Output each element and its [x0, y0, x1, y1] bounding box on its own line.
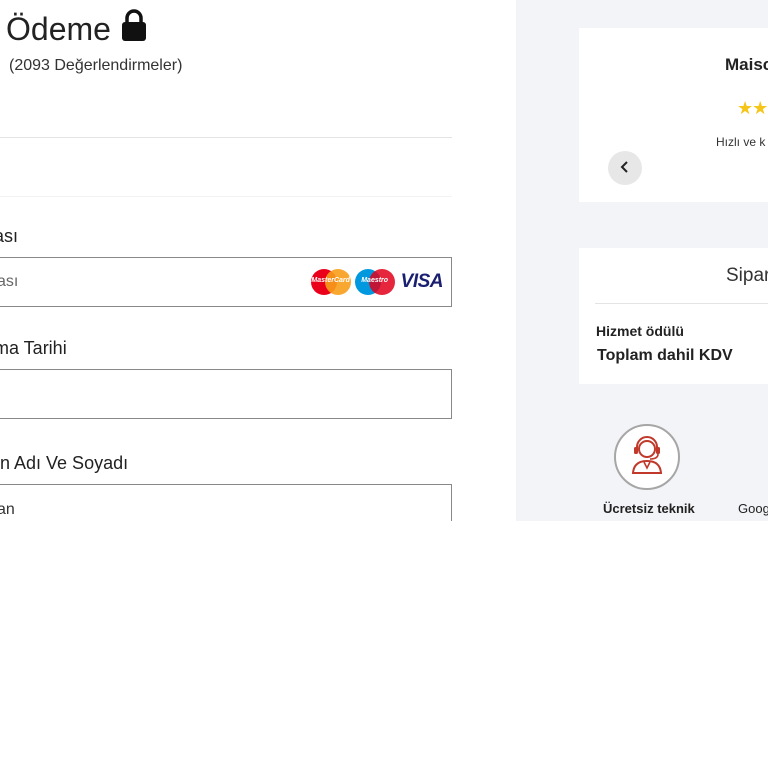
- order-divider: [595, 303, 768, 304]
- support-badge-label: Ücretsiz teknik: [603, 501, 695, 516]
- carousel-prev-button[interactable]: [608, 151, 642, 185]
- review-carousel: Maisc ★★ Hızlı ve k: [579, 28, 768, 202]
- review-name: Maisc: [725, 55, 768, 74]
- card-number-field[interactable]: ası MasterCard Maestro VISA: [0, 257, 452, 307]
- page-title: i Ödeme: [0, 8, 149, 50]
- page-background: [0, 521, 768, 768]
- section-divider: [0, 196, 452, 197]
- expiry-field[interactable]: [0, 369, 452, 419]
- expiry-label: ma Tarihi: [0, 338, 67, 358]
- star-rating: ★★: [737, 98, 768, 118]
- divider: [0, 137, 452, 138]
- support-badge-circle: [614, 424, 680, 490]
- rating-count: (2093 Değerlendirmeler): [9, 57, 183, 74]
- holder-name-value: an: [0, 501, 15, 518]
- review-snippet: Hızlı ve k: [716, 135, 766, 149]
- chevron-left-icon: [619, 158, 631, 179]
- lock-icon: [119, 8, 149, 50]
- mastercard-logo: MasterCard: [310, 269, 351, 295]
- google-badge-label: Goog: [738, 501, 768, 516]
- card-number-label: ası: [0, 226, 19, 246]
- card-logos: MasterCard Maestro VISA: [310, 269, 444, 295]
- visa-logo: VISA: [400, 271, 444, 292]
- maestro-logo: Maestro: [354, 269, 395, 295]
- holder-name-label: in Adı Ve Soyadı: [0, 453, 129, 473]
- order-summary-title: Sipar: [726, 265, 768, 286]
- total-label: Toplam dahil KDV: [597, 347, 733, 364]
- card-number-placeholder: ası: [0, 273, 19, 290]
- service-fee-label: Hizmet ödülü: [596, 323, 684, 339]
- headset-support-icon: [628, 435, 666, 480]
- order-summary: Sipar Hizmet ödülü Toplam dahil KDV: [579, 248, 768, 384]
